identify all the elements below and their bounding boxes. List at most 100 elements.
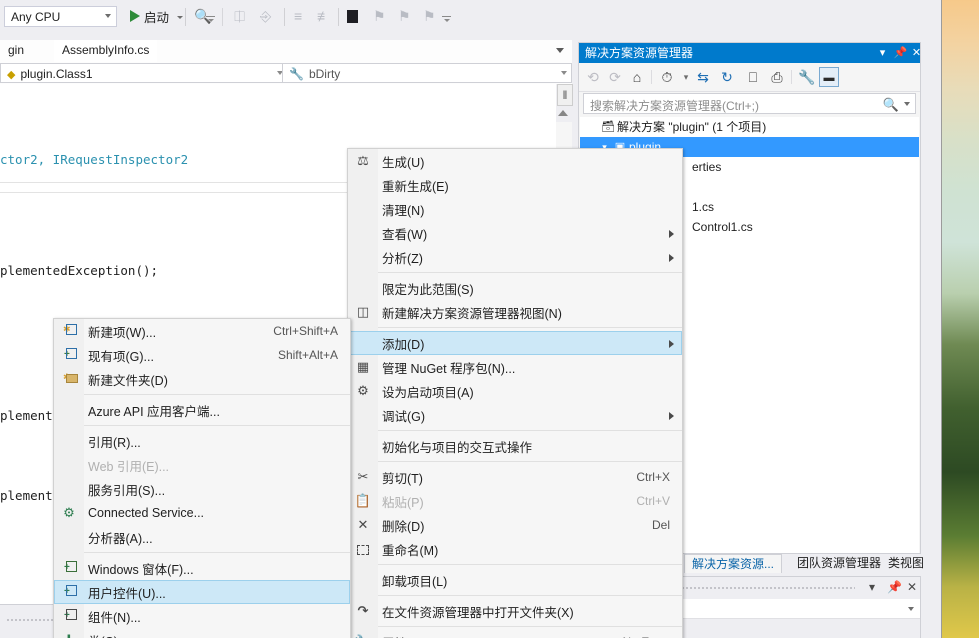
tab-team-explorer[interactable]: 团队资源管理器	[790, 554, 888, 573]
chevron-down-icon[interactable]	[904, 102, 910, 106]
outdent-button[interactable]: ≢	[313, 4, 335, 28]
toggle-bookmark-button[interactable]	[343, 4, 362, 28]
nuget-icon: ▦	[356, 359, 370, 374]
menu-item-build[interactable]: ⚖ 生成(U)	[348, 149, 682, 173]
menu-separator	[378, 461, 682, 462]
toolbar-overflow-button-2[interactable]	[442, 16, 451, 22]
navbar-member-combobox[interactable]: 🔧 bDirty	[282, 63, 572, 83]
prev-bookmark-button[interactable]: ⚑	[369, 4, 390, 28]
toolbar-separator	[185, 8, 186, 26]
toolbar-separator	[791, 70, 792, 84]
step-out-icon: ⎅	[234, 8, 246, 24]
toolbar-separator	[222, 8, 223, 26]
menu-item-debug[interactable]: 调试(G)	[348, 403, 682, 427]
menu-item-initialize-interactive[interactable]: 初始化与项目的交互式操作	[348, 434, 682, 458]
collapse-all-icon[interactable]: ⎕	[743, 67, 763, 87]
submenu-item-existing-item[interactable]: + 现有项(G)... Shift+Alt+A	[54, 343, 350, 367]
submenu-item-service-reference[interactable]: 服务引用(S)...	[54, 477, 350, 501]
chevron-down-icon[interactable]	[908, 607, 914, 611]
show-all-files-icon[interactable]: ⎙	[767, 67, 787, 87]
menu-item-open-folder-in-file-explorer[interactable]: ↷ 在文件资源管理器中打开文件夹(X)	[348, 599, 682, 623]
pin-icon[interactable]: 📌	[893, 46, 908, 61]
submenu-item-connected-service[interactable]: ⚙ Connected Service...	[54, 501, 350, 525]
submenu-item-reference[interactable]: 引用(R)...	[54, 429, 350, 453]
editor-tab-0[interactable]: gin	[0, 40, 32, 62]
tab-class-view[interactable]: 类视图	[881, 554, 931, 573]
tab-solution-explorer[interactable]: 解决方案资源...	[684, 554, 783, 573]
indent-button[interactable]: ≡	[290, 4, 306, 28]
start-debug-button[interactable]: 启动	[126, 4, 187, 28]
add-submenu[interactable]: ✱ 新建项(W)... Ctrl+Shift+A + 现有项(G)... Shi…	[53, 318, 351, 638]
editor-tab-1[interactable]: AssemblyInfo.cs	[54, 40, 158, 63]
submenu-item-new-item[interactable]: ✱ 新建项(W)... Ctrl+Shift+A	[54, 319, 350, 343]
menu-item-manage-nuget[interactable]: ▦ 管理 NuGet 程序包(N)...	[348, 355, 682, 379]
sync-icon[interactable]: ⇆	[693, 67, 713, 87]
menu-item-cut[interactable]: ✂ 剪切(T) Ctrl+X	[348, 465, 682, 489]
indent-icon: ≡	[294, 8, 303, 24]
editor-split-view-button[interactable]: ‖	[557, 84, 573, 106]
toolbar-overflow-button[interactable]	[206, 16, 215, 22]
step-out-button[interactable]: ⎅	[230, 4, 249, 28]
submenu-item-component[interactable]: + 组件(N)...	[54, 604, 350, 628]
toolbar-separator	[651, 70, 652, 84]
search-icon[interactable]: 🔍	[883, 97, 899, 113]
menu-item-unload-project[interactable]: 卸载项目(L)	[348, 568, 682, 592]
step-into-button[interactable]: ⎆	[256, 4, 275, 28]
pending-changes-icon[interactable]: ⏱	[657, 67, 677, 87]
menu-item-add[interactable]: 添加(D)	[348, 331, 682, 355]
submenu-arrow-icon	[669, 412, 674, 420]
solution-explorer-search-input[interactable]: 搜索解决方案资源管理器(Ctrl+;) 🔍	[583, 93, 916, 114]
properties-wrench-icon[interactable]: 🔧	[797, 67, 817, 87]
chevron-down-icon[interactable]	[105, 14, 111, 18]
new-view-icon: ◫	[356, 304, 370, 319]
tab-label: 团队资源管理器	[797, 556, 882, 570]
chevron-down-icon[interactable]: ▾	[875, 46, 890, 61]
pin-icon[interactable]: 📌	[887, 581, 902, 595]
close-icon[interactable]: ✕	[909, 46, 920, 61]
clear-bookmarks-button[interactable]: ⚑	[419, 4, 440, 28]
menu-shortcut: Del	[651, 518, 670, 532]
scroll-up-arrow-icon[interactable]	[558, 110, 568, 116]
menu-item-view[interactable]: 查看(W)	[348, 221, 682, 245]
chevron-down-icon[interactable]	[177, 16, 184, 19]
chevron-down-icon[interactable]	[556, 48, 564, 53]
close-icon[interactable]: ✕	[905, 581, 919, 595]
submenu-item-new-folder[interactable]: ✱ 新建文件夹(D)	[54, 367, 350, 391]
home-icon[interactable]: ⌂	[627, 67, 647, 87]
clear-bookmark-icon: ⚑	[423, 8, 436, 24]
submenu-item-azure-api-app-client[interactable]: Azure API 应用客户端...	[54, 398, 350, 422]
project-context-menu[interactable]: ⚖ 生成(U) 重新生成(E) 清理(N) 查看(W) 分析(Z) 限定为此范围…	[347, 148, 683, 638]
chevron-down-icon[interactable]	[561, 71, 567, 75]
menu-item-new-solution-explorer-view[interactable]: ◫ 新建解决方案资源管理器视图(N)	[348, 300, 682, 324]
back-icon[interactable]: ⟲	[583, 67, 603, 87]
navbar-type-combobox[interactable]: ◆ plugin.Class1	[0, 63, 288, 83]
refresh-icon[interactable]: ↻	[717, 67, 737, 87]
next-bookmark-button[interactable]: ⚑	[394, 4, 415, 28]
menu-item-properties[interactable]: 🔧 属性(R) Alt+Enter	[348, 630, 682, 638]
platform-target-combobox[interactable]: Any CPU	[4, 6, 117, 27]
forward-icon[interactable]: ⟳	[605, 67, 625, 87]
submenu-item-analyzer[interactable]: 分析器(A)...	[54, 525, 350, 549]
submenu-item-user-control[interactable]: + 用户控件(U)...	[54, 580, 350, 604]
menu-item-clean[interactable]: 清理(N)	[348, 197, 682, 221]
tree-item-solution[interactable]: 🗃 解决方案 "plugin" (1 个项目)	[580, 117, 919, 137]
menu-item-delete[interactable]: ✕ 删除(D) Del	[348, 513, 682, 537]
chevron-down-icon[interactable]: ▾	[865, 581, 879, 595]
build-icon: ⚖	[357, 153, 369, 168]
submenu-item-windows-form[interactable]: + Windows 窗体(F)...	[54, 556, 350, 580]
preview-selected-icon[interactable]: ▬	[819, 67, 839, 87]
menu-shortcut: Ctrl+X	[636, 470, 670, 484]
menu-item-set-as-startup-project[interactable]: ⚙ 设为启动项目(A)	[348, 379, 682, 403]
submenu-item-web-reference: Web 引用(E)...	[88, 459, 170, 474]
menu-item-scope-to-this[interactable]: 限定为此范围(S)	[348, 276, 682, 300]
editor-tab-label: gin	[8, 43, 25, 57]
editor-tab-label: AssemblyInfo.cs	[62, 43, 150, 57]
menu-item-rename[interactable]: 重命名(M)	[348, 537, 682, 561]
menu-item-rebuild[interactable]: 重新生成(E)	[348, 173, 682, 197]
tree-item-label: Control1.cs	[692, 220, 753, 234]
submenu-item-class[interactable]: ✚ 类(C)...	[54, 628, 350, 638]
submenu-arrow-icon	[669, 254, 674, 262]
next-bookmark-icon: ⚑	[398, 8, 411, 24]
menu-item-analyze[interactable]: 分析(Z)	[348, 245, 682, 269]
menu-separator	[378, 327, 682, 328]
